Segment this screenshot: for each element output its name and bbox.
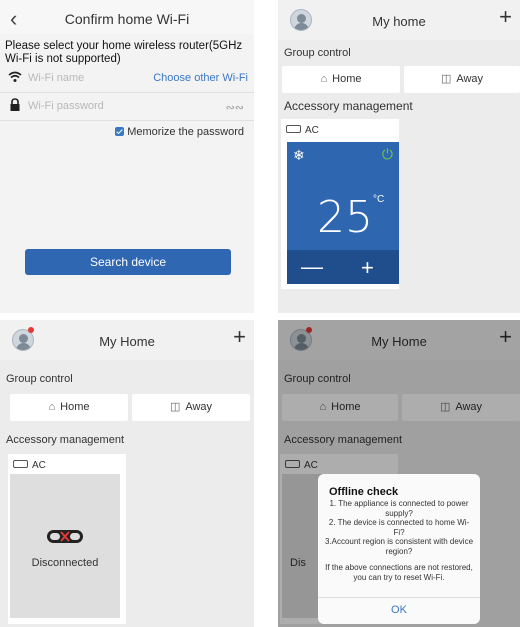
add-plus-icon[interactable]: + bbox=[233, 326, 246, 348]
ac-device-card[interactable]: AC ❄ ⏻ 25 °C — + bbox=[281, 119, 399, 289]
home-mode-button[interactable]: ⌂ Home bbox=[282, 66, 400, 93]
away-label: Away bbox=[456, 73, 484, 85]
power-icon[interactable]: ⏻ bbox=[382, 146, 393, 163]
wifi-icon bbox=[8, 71, 22, 82]
home-label: Home bbox=[332, 73, 362, 85]
away-label: Away bbox=[185, 401, 213, 413]
wifi-password-row[interactable]: Wi-Fi password ∾∾ bbox=[0, 92, 254, 121]
wifi-name-input[interactable]: Wi-Fi name bbox=[28, 72, 84, 84]
memorize-password-option[interactable]: Memorize the password bbox=[115, 126, 244, 138]
offline-check-dialog: Offline check 1. The appliance is connec… bbox=[318, 474, 480, 624]
ac-control-tile[interactable]: ❄ ⏻ 25 °C — + bbox=[287, 142, 399, 284]
my-home-screen: My home + Group control ⌂ Home ◫ Away Acce… bbox=[278, 0, 520, 313]
page-title: My home bbox=[372, 14, 426, 29]
disconnected-status: Disconnected bbox=[31, 557, 99, 569]
temp-controls: — + bbox=[287, 250, 399, 284]
choose-other-wifi-link[interactable]: Choose other Wi-Fi bbox=[153, 72, 248, 84]
home-mode-button[interactable]: ⌂ Home bbox=[10, 394, 128, 421]
disconnected-tile[interactable]: Disconnected bbox=[10, 474, 120, 618]
home-label: Home bbox=[60, 401, 90, 413]
ac-label: AC bbox=[286, 125, 319, 136]
group-control-heading: Group control bbox=[6, 373, 73, 385]
hidden-eye-icon[interactable]: ∾∾ bbox=[226, 101, 244, 114]
page-title: Confirm home Wi-Fi bbox=[64, 11, 190, 27]
my-home-disconnected-screen: My Home + Group control ⌂ Home ◫ Away Acce… bbox=[0, 320, 254, 627]
add-plus-icon[interactable]: + bbox=[499, 6, 512, 28]
dialog-title: Offline check bbox=[329, 486, 399, 498]
accessory-management-heading: Accessory management bbox=[284, 99, 413, 113]
suitcase-icon: ◫ bbox=[440, 73, 452, 85]
ac-device-card[interactable]: AC Disconnected bbox=[8, 454, 126, 624]
search-device-button[interactable]: Search device bbox=[25, 249, 231, 275]
temperature-unit: °C bbox=[373, 194, 385, 205]
dialog-body: 1. The appliance is connected to power s… bbox=[324, 499, 474, 582]
dialog-line-3: 3.Account region is consistent with devi… bbox=[324, 537, 474, 556]
air-conditioner-icon bbox=[286, 125, 301, 133]
air-conditioner-icon bbox=[13, 460, 28, 468]
header: My Home + bbox=[0, 320, 254, 360]
lock-icon bbox=[10, 98, 20, 111]
dialog-divider bbox=[318, 597, 480, 598]
away-mode-button[interactable]: ◫ Away bbox=[132, 394, 250, 421]
dialog-line-2: 2. The device is connected to home Wi-Fi… bbox=[328, 518, 470, 537]
header: My home + bbox=[278, 0, 520, 40]
instruction-text: Please select your home wireless router(… bbox=[5, 40, 243, 65]
header: ‹ Confirm home Wi-Fi bbox=[0, 0, 254, 34]
accessory-management-heading: Accessory management bbox=[6, 434, 124, 446]
home-icon: ⌂ bbox=[320, 73, 328, 85]
ac-label: AC bbox=[13, 460, 46, 471]
wifi-name-row[interactable]: Wi-Fi name Choose other Wi-Fi bbox=[0, 64, 254, 93]
dialog-line-1: 1. The appliance is connected to power s… bbox=[329, 499, 469, 518]
ok-button[interactable]: OK bbox=[318, 604, 480, 616]
wifi-password-input[interactable]: Wi-Fi password bbox=[28, 100, 104, 112]
group-control-heading: Group control bbox=[284, 47, 351, 59]
temperature-value: 25 bbox=[317, 192, 373, 243]
memorize-checkbox[interactable] bbox=[115, 127, 125, 136]
suitcase-icon: ◫ bbox=[169, 401, 181, 413]
away-mode-button[interactable]: ◫ Away bbox=[404, 66, 520, 93]
notification-dot bbox=[28, 327, 34, 333]
offline-check-screen: My Home + Group control ⌂ Home ◫ Away Acce… bbox=[278, 320, 520, 627]
memorize-label: Memorize the password bbox=[127, 126, 244, 138]
page-title: My Home bbox=[99, 334, 155, 349]
dialog-footer: If the above connections are not restore… bbox=[325, 563, 473, 582]
confirm-wifi-screen: ‹ Confirm home Wi-Fi Please select your … bbox=[0, 0, 254, 313]
brand-logo-icon bbox=[47, 530, 83, 543]
home-icon: ⌂ bbox=[48, 401, 56, 413]
snowflake-icon: ❄ bbox=[293, 147, 305, 163]
decrease-temp-button[interactable]: — bbox=[301, 254, 323, 280]
increase-temp-button[interactable]: + bbox=[361, 255, 374, 281]
